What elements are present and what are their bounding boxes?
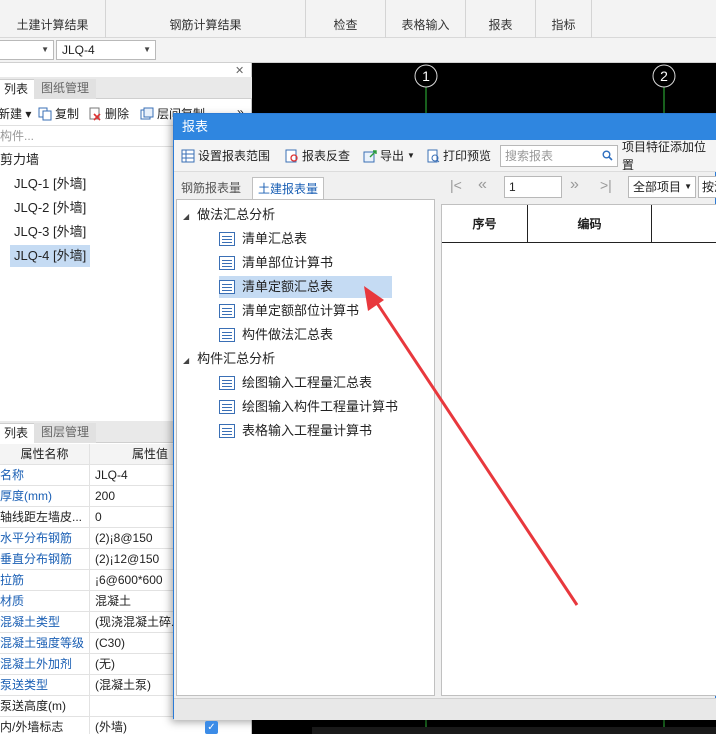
annotation-arrow <box>364 286 579 606</box>
arrow-shaft <box>373 299 579 606</box>
